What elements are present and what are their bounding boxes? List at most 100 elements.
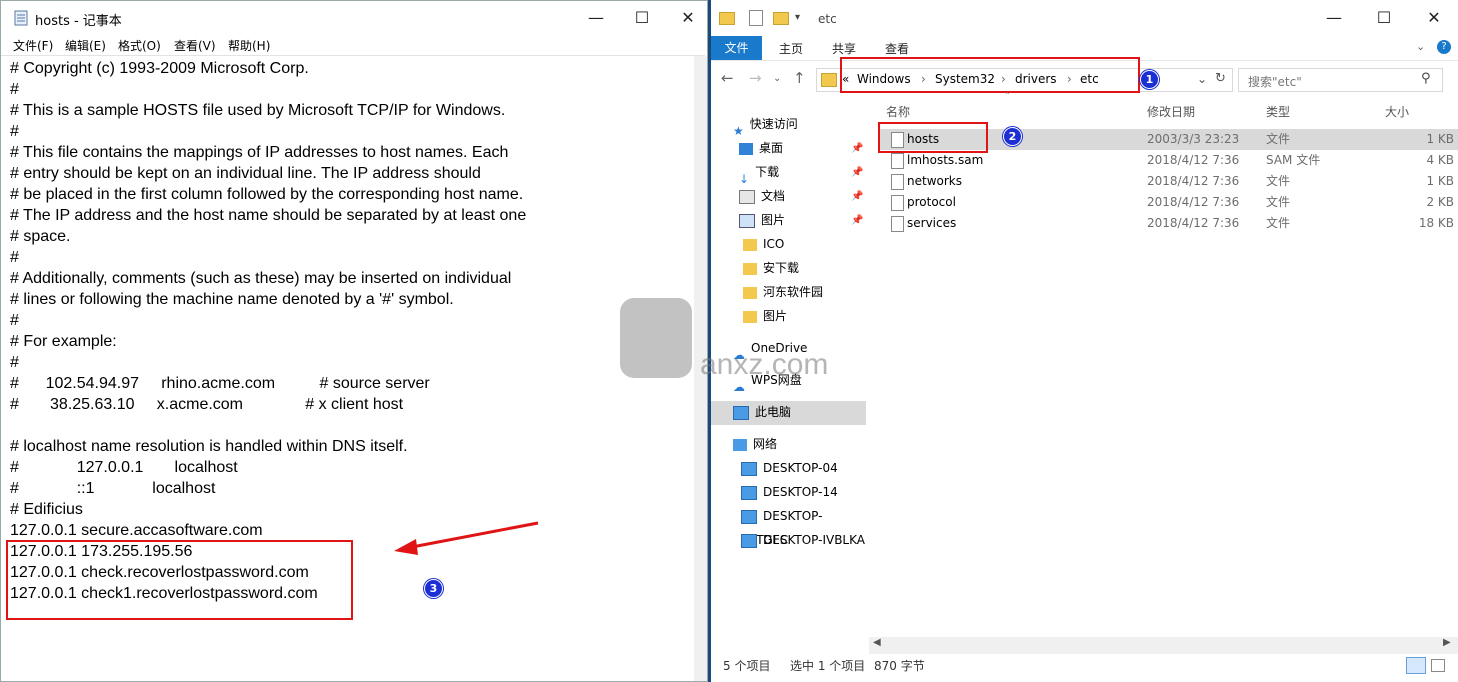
maximize-button[interactable]: ☐ bbox=[619, 1, 665, 35]
text-line: # This is a sample HOSTS file used by Mi… bbox=[10, 102, 506, 119]
large-icons-view-icon[interactable] bbox=[1431, 659, 1445, 672]
nav-computer[interactable]: DESKTOP-7ETGFC bbox=[741, 504, 866, 547]
nav-pictures[interactable]: 图片 bbox=[739, 208, 785, 232]
computer-icon bbox=[741, 509, 757, 524]
pin-icon[interactable]: 📌 bbox=[851, 167, 863, 178]
nav-label: 网络 bbox=[753, 437, 778, 451]
menu-edit[interactable]: 编辑(E) bbox=[65, 37, 106, 54]
text-line: # be placed in the first column followed… bbox=[10, 186, 524, 203]
computer-icon bbox=[733, 405, 749, 420]
pin-icon[interactable]: 📌 bbox=[851, 191, 863, 202]
scroll-left-icon[interactable]: ◀ bbox=[873, 637, 881, 648]
nav-quick-access[interactable]: ★ 快速访问 bbox=[733, 112, 798, 138]
text-line: # For example: bbox=[10, 333, 117, 350]
text-line: # lines or following the machine name de… bbox=[10, 291, 454, 308]
help-icon[interactable]: ? bbox=[1437, 40, 1451, 54]
nav-label: DESKTOP-04 bbox=[763, 461, 838, 475]
menu-file[interactable]: 文件(F) bbox=[13, 37, 53, 54]
forward-arrow-icon[interactable]: → bbox=[749, 69, 762, 87]
horizontal-scrollbar[interactable]: ◀ ▶ bbox=[869, 637, 1458, 654]
folder-icon bbox=[743, 286, 757, 299]
red-arrow-icon bbox=[394, 521, 539, 555]
file-row[interactable]: lmhosts.sam 2018/4/12 7:36 SAM 文件 4 KB bbox=[869, 150, 1458, 171]
nav-folder-pictures[interactable]: 图片 bbox=[743, 304, 787, 328]
pin-icon[interactable]: 📌 bbox=[851, 143, 863, 154]
col-date[interactable]: 修改日期 bbox=[1147, 103, 1195, 120]
nav-downloads[interactable]: ↓ 下载 bbox=[739, 160, 780, 186]
text-line: # Edificius bbox=[10, 501, 83, 518]
scroll-right-icon[interactable]: ▶ bbox=[1443, 637, 1451, 648]
file-date: 2018/4/12 7:36 bbox=[1147, 174, 1240, 188]
text-line: # bbox=[10, 249, 19, 266]
computer-icon bbox=[741, 485, 757, 500]
menu-help[interactable]: 帮助(H) bbox=[228, 37, 270, 54]
pin-icon[interactable]: 📌 bbox=[851, 215, 863, 226]
file-date: 2018/4/12 7:36 bbox=[1147, 216, 1240, 230]
file-row[interactable]: networks 2018/4/12 7:36 文件 1 KB bbox=[869, 171, 1458, 192]
status-size: 870 字节 bbox=[874, 659, 925, 673]
tab-file[interactable]: 文件 bbox=[711, 36, 762, 60]
file-date: 2018/4/12 7:36 bbox=[1147, 195, 1240, 209]
text-line: 127.0.0.1 secure.accasoftware.com bbox=[10, 522, 263, 539]
folder-icon bbox=[743, 310, 757, 323]
nav-label: 安下载 bbox=[763, 261, 800, 275]
close-button[interactable]: ✕ bbox=[665, 1, 711, 35]
nav-this-pc[interactable]: 此电脑 bbox=[733, 400, 791, 424]
nav-computer[interactable]: DESKTOP-14 bbox=[741, 480, 838, 504]
minimize-button[interactable]: — bbox=[573, 1, 619, 35]
ribbon-expand-icon[interactable]: ⌄ bbox=[1416, 40, 1425, 53]
highlight-box-hosts bbox=[878, 122, 988, 153]
nav-computer[interactable]: DESKTOP-04 bbox=[741, 456, 838, 480]
text-line: # ::1 localhost bbox=[10, 480, 216, 497]
nav-folder-hedong[interactable]: 河东软件园 bbox=[743, 280, 823, 304]
up-arrow-icon[interactable]: ↑ bbox=[793, 69, 806, 87]
file-size: 1 KB bbox=[1426, 132, 1454, 146]
highlight-box-entries bbox=[6, 540, 353, 620]
file-row[interactable]: protocol 2018/4/12 7:36 文件 2 KB bbox=[869, 192, 1458, 213]
nav-label: 文档 bbox=[761, 189, 786, 203]
file-list: 名称 修改日期 类型 大小 ˆ hosts 2003/3/3 23:23 文件 1 K… bbox=[869, 92, 1458, 636]
refresh-icon[interactable]: ↻ bbox=[1215, 71, 1226, 86]
text-line: # 102.54.94.97 rhino.acme.com # source s… bbox=[10, 375, 430, 392]
document-icon bbox=[739, 189, 755, 204]
nav-network[interactable]: 网络 bbox=[733, 432, 777, 456]
nav-computer[interactable]: DESKTOP-IVBLKA bbox=[741, 528, 865, 552]
menu-format[interactable]: 格式(O) bbox=[118, 37, 161, 54]
explorer-titlebar[interactable]: ▾ etc — ☐ ✕ bbox=[711, 0, 1458, 36]
col-size[interactable]: 大小 bbox=[1385, 103, 1409, 120]
nav-folder-anxz[interactable]: 安下载 bbox=[743, 256, 799, 280]
col-name[interactable]: 名称 bbox=[886, 103, 910, 120]
properties-icon[interactable] bbox=[749, 10, 763, 26]
col-type[interactable]: 类型 bbox=[1266, 103, 1290, 120]
folder-icon bbox=[719, 12, 735, 25]
recent-dropdown-icon[interactable]: ⌄ bbox=[773, 73, 781, 84]
tab-view[interactable]: 查看 bbox=[885, 40, 909, 57]
nav-desktop[interactable]: 桌面 bbox=[739, 136, 783, 160]
back-arrow-icon[interactable]: ← bbox=[721, 69, 734, 87]
quick-access-dropdown-icon[interactable]: ▾ bbox=[795, 12, 800, 23]
tab-share[interactable]: 共享 bbox=[832, 40, 856, 57]
nav-folder-ico[interactable]: ICO bbox=[743, 232, 784, 256]
nav-label: 河东软件园 bbox=[763, 285, 824, 299]
file-size: 1 KB bbox=[1426, 174, 1454, 188]
search-input[interactable]: 搜索"etc" ⚲ bbox=[1238, 68, 1443, 92]
explorer-minimize-button[interactable]: — bbox=[1311, 0, 1357, 36]
explorer-close-button[interactable]: ✕ bbox=[1411, 0, 1457, 36]
text-line: # entry should be kept on an individual … bbox=[10, 165, 481, 182]
address-dropdown-icon[interactable]: ⌄ bbox=[1197, 72, 1207, 86]
explorer-title: etc bbox=[818, 12, 837, 26]
folder-icon bbox=[743, 262, 757, 275]
step-badge-3: 3 bbox=[424, 579, 443, 598]
details-view-icon[interactable] bbox=[1406, 657, 1426, 674]
explorer-maximize-button[interactable]: ☐ bbox=[1361, 0, 1407, 36]
file-row[interactable]: services 2018/4/12 7:36 文件 18 KB bbox=[869, 213, 1458, 234]
text-line: # space. bbox=[10, 228, 71, 245]
nav-documents[interactable]: 文档 bbox=[739, 184, 785, 208]
notepad-titlebar[interactable]: hosts - 记事本 — ☐ ✕ bbox=[1, 1, 707, 35]
nav-label: DESKTOP-IVBLKA bbox=[763, 533, 865, 547]
new-folder-icon[interactable] bbox=[773, 12, 789, 25]
file-size: 18 KB bbox=[1418, 216, 1454, 230]
tab-home[interactable]: 主页 bbox=[779, 40, 803, 57]
menu-view[interactable]: 查看(V) bbox=[174, 37, 216, 54]
nav-label: 下载 bbox=[755, 165, 780, 179]
